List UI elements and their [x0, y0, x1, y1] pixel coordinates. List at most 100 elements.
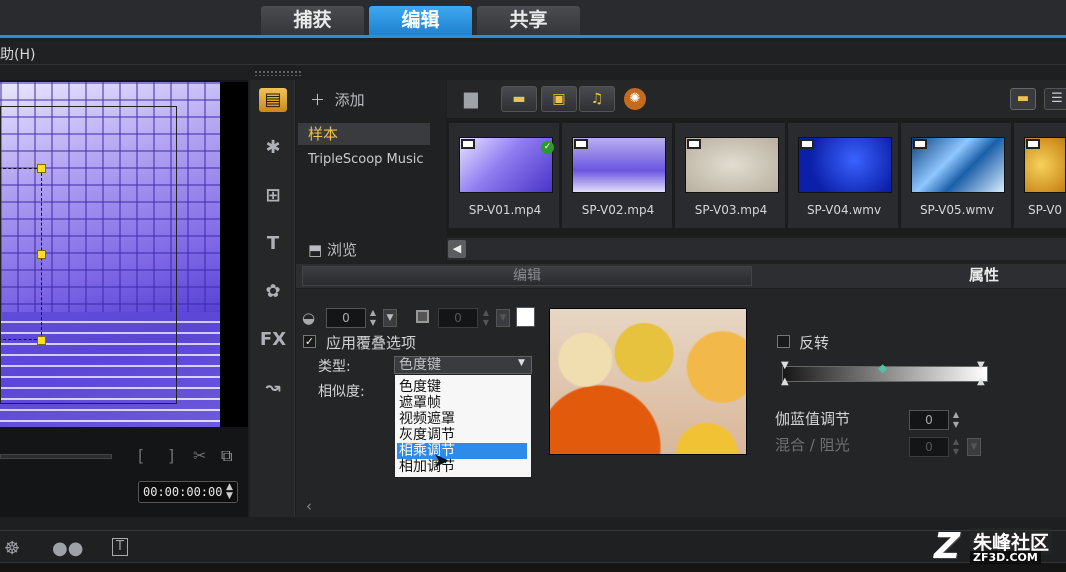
preview-letterbox	[220, 82, 248, 427]
mark-in-icon[interactable]: [	[138, 446, 144, 465]
mark-out-icon[interactable]: ]	[168, 446, 174, 465]
type-option-mask-frame[interactable]: 遮罩帧	[399, 395, 529, 411]
music-icon: ♫	[590, 91, 604, 107]
border-color-swatch[interactable]	[516, 307, 535, 327]
type-option-chroma[interactable]: 色度键	[399, 379, 529, 395]
type-select[interactable]: 色度键	[394, 356, 532, 374]
film-icon: ▬	[512, 91, 526, 107]
mask-preview-image	[549, 308, 747, 455]
preview-panel: [ ] ✂ ⧉ 00:00:00:00 ▲ ▼	[0, 80, 248, 517]
chevron-down-icon[interactable]: ▼	[518, 358, 525, 368]
tab-attributes[interactable]: 属性	[904, 266, 1064, 286]
slider-handle-left-icon[interactable]: ▼	[781, 360, 789, 371]
slider-handle-right-bottom-icon[interactable]: ▲	[977, 376, 985, 387]
preview-screen[interactable]	[0, 82, 220, 427]
thumbnail-caption: SP-V02.mp4	[581, 203, 655, 217]
similarity-label: 相似度:	[318, 384, 365, 400]
folder-item-sample[interactable]: 样本	[298, 123, 430, 145]
mixer-icon[interactable]: ☸	[4, 538, 20, 559]
media-library-icon[interactable]: ▤	[259, 88, 287, 112]
reverse-checkbox[interactable]	[777, 335, 790, 348]
checkmark-icon: ✓	[541, 141, 554, 154]
transparency-input[interactable]: 0	[326, 308, 366, 328]
tab-capture[interactable]: 捕获	[261, 6, 364, 35]
timecode-display[interactable]: 00:00:00:00	[138, 481, 238, 503]
media-source-icon[interactable]: ✺	[624, 88, 646, 110]
type-option-add[interactable]: 相加调节	[399, 459, 529, 475]
overlay-selection-box[interactable]	[0, 168, 42, 340]
transparency-dropdown-icon[interactable]: ▼	[383, 309, 397, 327]
resize-handle-middle[interactable]	[37, 250, 46, 259]
enlarge-icon[interactable]: ⧉	[221, 446, 232, 466]
media-thumbnail[interactable]: SP-V03.mp4	[675, 123, 785, 228]
type-option-video-mask[interactable]: 视频遮罩	[399, 411, 529, 427]
panel-grip[interactable]	[254, 70, 302, 76]
apply-overlay-checkbox[interactable]: ✓	[303, 335, 316, 348]
border-icon	[416, 310, 429, 323]
media-thumbnail[interactable]: SP-V0	[1014, 123, 1066, 228]
type-option-multiply[interactable]: 相乘调节	[397, 443, 527, 459]
track-manager-icon[interactable]: ●●	[52, 538, 83, 559]
media-thumbnail[interactable]: SP-V02.mp4	[562, 123, 672, 228]
menu-help[interactable]: 助(H)	[0, 44, 35, 64]
thumbnail-view-icon[interactable]: ▬	[1010, 88, 1036, 110]
photo-icon: ▣	[552, 91, 566, 107]
add-folder-button[interactable]: ＋ 添加	[310, 89, 365, 110]
media-thumbnail[interactable]: SP-V04.wmv	[788, 123, 898, 228]
browse-button[interactable]: ⬒ 浏览	[308, 239, 357, 260]
instant-project-icon[interactable]: ✱	[259, 136, 287, 160]
gamma-label: 伽蓝值调节	[775, 410, 851, 428]
show-audio-button[interactable]: ♫	[579, 86, 615, 112]
blend-dropdown-icon: ▼	[967, 438, 981, 456]
graphic-icon[interactable]: ✿	[259, 280, 287, 304]
resize-handle-top[interactable]	[37, 164, 46, 173]
list-view-icon[interactable]: ☰	[1044, 88, 1066, 110]
thumbnail-caption: SP-V05.wmv	[919, 203, 995, 217]
tab-edit-options[interactable]: 编辑	[302, 266, 752, 286]
title-track-icon[interactable]: T	[112, 538, 128, 556]
chevron-left-icon[interactable]: ‹	[306, 497, 312, 515]
folder-open-icon[interactable]: ▆	[464, 88, 478, 109]
scrubber-bar[interactable]	[0, 454, 112, 459]
border-dropdown-icon: ▼	[496, 309, 510, 327]
video-clip-icon	[800, 139, 814, 149]
library-toolbar	[447, 80, 1066, 118]
cut-icon[interactable]: ✂	[193, 446, 206, 465]
path-icon[interactable]: ↝	[259, 376, 287, 400]
blend-label: 混合 / 阻光	[775, 436, 850, 454]
media-thumbnail[interactable]: SP-V05.wmv	[901, 123, 1011, 228]
type-label: 类型:	[318, 359, 351, 375]
browse-label: 浏览	[326, 241, 357, 259]
transparency-spinner-icon[interactable]: ▲ ▼	[367, 308, 379, 328]
filter-icon[interactable]: FX	[259, 328, 287, 352]
thumbnail-caption: SP-V0	[1028, 203, 1063, 217]
slider-handle-right-icon[interactable]: ▼	[977, 360, 985, 371]
show-photo-button[interactable]: ▣	[541, 86, 577, 112]
tab-edit[interactable]: 编辑	[369, 6, 472, 35]
scroll-left-icon[interactable]: ◀	[448, 240, 466, 258]
video-clip-icon	[1026, 139, 1040, 149]
slider-handle-mid-icon[interactable]: ◆	[878, 361, 887, 375]
thumbnail-scrollbar[interactable]	[447, 238, 1066, 260]
media-thumbnail[interactable]: ✓ SP-V01.mp4	[449, 123, 559, 228]
timecode-spinner-icon[interactable]: ▲ ▼	[226, 483, 233, 501]
folder-item-triplescoop[interactable]: TripleScoop Music	[308, 152, 424, 167]
border-input: 0	[438, 308, 478, 328]
border-spinner-icon: ▲ ▼	[482, 308, 490, 327]
watermark-url: ZF3D.COM	[970, 551, 1041, 564]
title-icon[interactable]: T	[259, 232, 287, 256]
add-label: 添加	[334, 91, 365, 109]
gamma-input[interactable]: 0	[909, 410, 949, 430]
slider-handle-left-bottom-icon[interactable]: ▲	[781, 376, 789, 387]
video-clip-icon	[461, 139, 475, 149]
tab-share[interactable]: 共享	[477, 6, 580, 35]
reverse-label: 反转	[799, 334, 830, 352]
show-video-button[interactable]: ▬	[501, 86, 537, 112]
type-option-gray-key[interactable]: 灰度调节	[399, 427, 529, 443]
resize-handle-bottom[interactable]	[37, 336, 46, 345]
timeline-ruler[interactable]	[0, 562, 1066, 572]
transition-icon[interactable]: ⊞	[259, 184, 287, 208]
gamma-spinner-icon[interactable]: ▲ ▼	[950, 410, 962, 430]
video-clip-icon	[687, 139, 701, 149]
browse-icon: ⬒	[308, 241, 323, 259]
